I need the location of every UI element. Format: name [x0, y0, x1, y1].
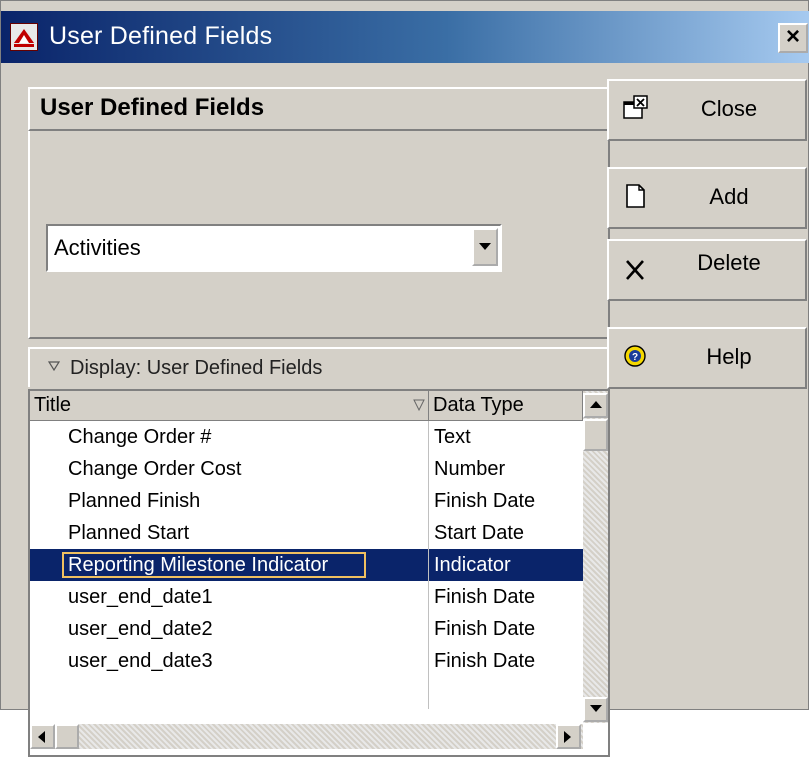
- horizontal-scrollbar[interactable]: [30, 724, 583, 749]
- table-row[interactable]: Planned Finish Finish Date: [30, 485, 583, 517]
- chevron-right-icon: [564, 731, 571, 743]
- table-row[interactable]: Planned Start Start Date: [30, 517, 583, 549]
- close-button[interactable]: Close: [607, 79, 807, 141]
- window-title: User Defined Fields: [49, 22, 273, 50]
- left-panel: User Defined Fields Activities Display: …: [7, 79, 610, 757]
- collapse-triangle-icon: [48, 361, 60, 371]
- row-data-type: Finish Date: [434, 650, 536, 672]
- chevron-up-icon: [590, 401, 602, 408]
- table-row[interactable]: user_end_date3 Finish Date: [30, 645, 583, 677]
- close-label: Close: [700, 96, 758, 121]
- row-data-type: [429, 677, 583, 709]
- row-title: Planned Start: [30, 517, 429, 549]
- panel-header: User Defined Fields: [28, 87, 610, 131]
- dropdown-arrow-button[interactable]: [472, 228, 498, 266]
- help-button[interactable]: ? Help: [607, 327, 807, 389]
- row-data-type: Finish Date: [434, 490, 536, 512]
- panel-title: User Defined Fields: [40, 94, 265, 121]
- row-data-type: Text: [434, 426, 471, 448]
- app-logo-icon: [10, 23, 38, 51]
- row-data-type: Number: [434, 458, 506, 480]
- row-title: Reporting Milestone Indicator: [30, 549, 429, 581]
- row-title: user_end_date2: [30, 613, 429, 645]
- row-title: Planned Finish: [30, 485, 429, 517]
- chevron-down-icon: [590, 705, 602, 712]
- display-label: Display: User Defined Fields: [70, 357, 323, 379]
- row-data-type: Indicator: [434, 554, 511, 576]
- table-row[interactable]: user_end_date1 Finish Date: [30, 581, 583, 613]
- table-row-selected[interactable]: Reporting Milestone Indicator Indicator: [30, 549, 583, 581]
- new-document-icon: [626, 184, 645, 208]
- row-title: Change Order Cost: [30, 453, 429, 485]
- x-delete-icon: [626, 260, 644, 280]
- chevron-down-icon: [479, 243, 491, 250]
- delete-label: Delete: [697, 250, 761, 275]
- row-title: user_end_date1: [30, 581, 429, 613]
- row-title: Change Order #: [30, 421, 429, 453]
- row-data-type: Finish Date: [434, 586, 536, 608]
- column-header-type-label: Data Type: [433, 394, 524, 416]
- scroll-left-button[interactable]: [30, 724, 55, 749]
- row-title-text: Reporting Milestone Indicator: [61, 552, 367, 578]
- table-row[interactable]: Change Order Cost Number: [30, 453, 583, 485]
- close-window-icon: [623, 95, 648, 119]
- subject-area-select[interactable]: Activities: [46, 224, 502, 272]
- delete-button[interactable]: Delete: [607, 239, 807, 301]
- vertical-scroll-thumb[interactable]: [583, 419, 608, 451]
- table-row[interactable]: Change Order # Text: [30, 421, 583, 453]
- row-title: [30, 677, 429, 709]
- subject-area-group: Activities: [28, 131, 610, 339]
- help-label: Help: [706, 344, 752, 369]
- scroll-up-button[interactable]: [583, 393, 608, 418]
- button-panel: Close Add Delete ? Help: [607, 79, 807, 689]
- help-question-icon: ?: [624, 345, 646, 367]
- table-row[interactable]: user_end_date2 Finish Date: [30, 613, 583, 645]
- add-button[interactable]: Add: [607, 167, 807, 229]
- table-row-partial[interactable]: [30, 677, 583, 709]
- display-header[interactable]: Display: User Defined Fields: [28, 347, 610, 387]
- vertical-scrollbar[interactable]: [583, 391, 608, 723]
- column-header-title[interactable]: Title: [30, 391, 429, 421]
- subject-area-value: Activities: [54, 235, 141, 260]
- window-close-button[interactable]: ×: [778, 23, 808, 53]
- row-data-type: Start Date: [434, 522, 525, 544]
- scroll-right-button[interactable]: [556, 724, 581, 749]
- svg-text:?: ?: [632, 352, 638, 363]
- column-header-title-label: Title: [34, 394, 72, 416]
- row-title: user_end_date3: [30, 645, 429, 677]
- sort-indicator-icon: [413, 399, 425, 411]
- add-label: Add: [709, 184, 749, 209]
- horizontal-scroll-thumb[interactable]: [55, 724, 79, 749]
- row-data-type: Finish Date: [434, 618, 536, 640]
- chevron-left-icon: [38, 731, 45, 743]
- column-header-data-type[interactable]: Data Type: [429, 391, 583, 421]
- title-bar[interactable]: User Defined Fields ×: [1, 11, 809, 63]
- user-defined-fields-dialog: User Defined Fields × User Defined Field…: [0, 0, 809, 757]
- fields-grid[interactable]: Title Data Type Change Order # Text Chan…: [28, 389, 610, 757]
